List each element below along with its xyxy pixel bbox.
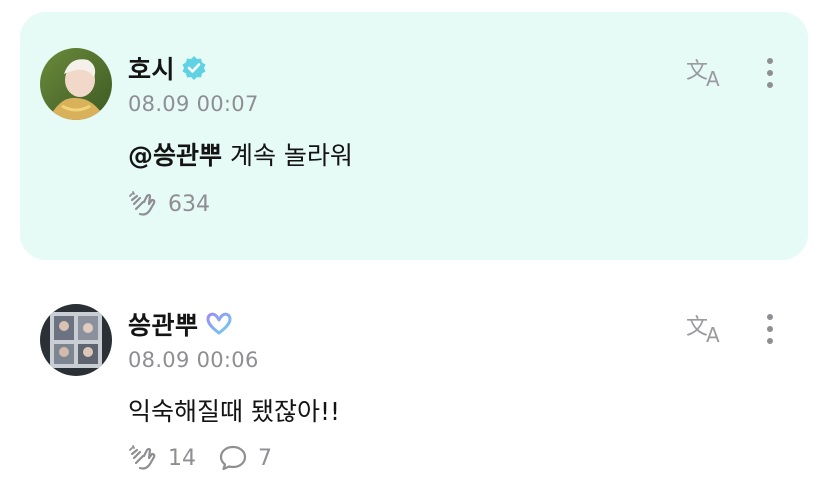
author-name[interactable]: 씅관뿌	[128, 306, 199, 342]
comment-actions: 634	[128, 190, 232, 218]
verified-check-icon	[181, 55, 207, 81]
svg-text:A: A	[706, 323, 720, 346]
svg-text:文: 文	[686, 315, 708, 340]
weverse-heart-icon	[205, 311, 232, 337]
translate-icon[interactable]: 文 A	[686, 310, 726, 346]
comment-text: 계속 놀라워	[222, 141, 353, 170]
comment-highlighted: 호시 08.09 00:07 @씅관뿌 계속 놀라워 634 文 A	[20, 12, 808, 260]
avatar[interactable]	[40, 48, 112, 120]
translate-icon[interactable]: 文 A	[686, 54, 726, 90]
like-button[interactable]: 14	[128, 444, 196, 472]
svg-text:A: A	[706, 67, 720, 90]
comment-body: @씅관뿌 계속 놀라워	[128, 136, 353, 172]
more-options-icon[interactable]	[762, 312, 778, 346]
comment-time: 08.09 00:07	[128, 92, 259, 116]
comment-body: 익숙해질때 됐잖아!!	[128, 397, 340, 426]
comment-time: 08.09 00:06	[128, 348, 259, 372]
like-count: 634	[168, 191, 210, 217]
svg-text:文: 文	[686, 59, 708, 84]
reply-button[interactable]: 7	[218, 444, 272, 472]
more-options-icon[interactable]	[762, 56, 778, 90]
comment: 씅관뿌 08.09 00:06 익숙해질때 됐잖아!! 14 7 文 A	[20, 280, 808, 480]
mention-link[interactable]: @씅관뿌	[128, 141, 222, 170]
reply-count: 7	[258, 445, 272, 471]
clap-hand-icon	[129, 445, 156, 470]
like-count: 14	[168, 445, 196, 471]
clap-hand-icon	[129, 191, 156, 216]
comment-actions: 14 7	[128, 444, 294, 472]
like-button[interactable]: 634	[128, 190, 210, 218]
avatar[interactable]	[40, 304, 112, 376]
speech-bubble-icon	[219, 445, 247, 471]
author-name[interactable]: 호시	[128, 50, 175, 86]
